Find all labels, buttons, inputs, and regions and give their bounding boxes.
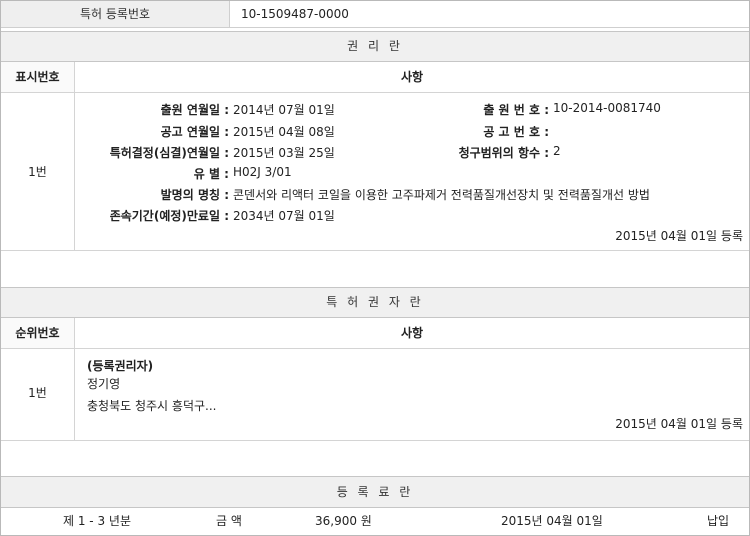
rights-table-header: 표시번호 사항: [1, 62, 749, 93]
rights-table-row: 1번 출원 연월일 : 2014년 07월 01일 출 원 번 호 : 10-2…: [1, 93, 749, 251]
fee-amount-label: 금 액: [216, 514, 242, 528]
holder-address: 충청북도 청주시 흥덕구...: [87, 399, 217, 413]
registration-number-label: 특허 등록번호: [1, 1, 230, 27]
holder-section-title: 특 허 권 자 란: [326, 295, 424, 309]
patent-register-page: 특허 등록번호 10-1509487-0000 권 리 란 표시번호 사항 1번…: [0, 0, 750, 536]
rights-registration-note: 2015년 04월 01일 등록: [615, 229, 743, 243]
fee-row: 제 1 - 3 년분 금 액 36,900 원 2015년 04월 01일 납입: [1, 508, 749, 535]
rights-row-index: 1번: [1, 93, 75, 250]
publication-date-value: 2015년 04월 08일: [233, 125, 335, 139]
classification-label: 유 별 :: [193, 167, 229, 181]
invention-title-value: 콘덴서와 리액터 코일을 이용한 고주파제거 전력품질개선장치 및 전력품질개선…: [233, 188, 650, 202]
rights-col-matter: 사항: [400, 70, 424, 84]
claims-count-value: 2: [553, 144, 561, 158]
claims-count-label: 청구범위의 항수 :: [458, 146, 549, 160]
fee-period: 제 1 - 3 년분: [63, 514, 131, 528]
holder-row-index: 1번: [1, 349, 75, 440]
decision-date-value: 2015년 03월 25일: [233, 146, 335, 160]
fee-payment-date: 2015년 04월 01일: [501, 514, 603, 528]
holder-registration-note: 2015년 04월 01일 등록: [615, 417, 743, 431]
filing-date-value: 2014년 07월 01일: [233, 103, 335, 117]
holder-table-header: 순위번호 사항: [1, 318, 749, 349]
holder-name: 정기영: [87, 377, 121, 391]
filing-date-label: 출원 연월일 :: [160, 103, 229, 117]
registration-number-row: 특허 등록번호 10-1509487-0000: [1, 1, 749, 28]
fee-status: 납입: [707, 514, 730, 528]
decision-date-label: 특허결정(심결)연월일 :: [109, 146, 229, 160]
rights-section-header: 권 리 란: [1, 31, 749, 62]
publication-date-label: 공고 연월일 :: [160, 125, 229, 139]
holder-col-index: 순위번호: [1, 318, 75, 348]
holder-role: (등록권리자): [87, 359, 154, 373]
fee-amount: 36,900 원: [315, 514, 372, 528]
rights-section-title: 권 리 란: [347, 39, 403, 53]
publication-number-label: 공 고 번 호 :: [483, 125, 549, 139]
expiry-date-label: 존속기간(예정)만료일 :: [109, 209, 229, 223]
filing-number-label: 출 원 번 호 :: [483, 103, 549, 117]
holder-section-header: 특 허 권 자 란: [1, 287, 749, 318]
registration-number-value: 10-1509487-0000: [241, 7, 349, 21]
holder-table-row: 1번 (등록권리자) 정기영 충청북도 청주시 흥덕구... 2015년 04월…: [1, 349, 749, 441]
classification-value: H02J 3/01: [233, 165, 292, 179]
fee-section-title: 등 록 료 란: [336, 485, 414, 499]
holder-col-matter: 사항: [400, 326, 424, 340]
rights-col-index: 표시번호: [1, 62, 75, 92]
fee-section-header: 등 록 료 란: [1, 476, 749, 508]
expiry-date-value: 2034년 07월 01일: [233, 209, 335, 223]
filing-number-value: 10-2014-0081740: [553, 101, 661, 115]
invention-title-label: 발명의 명칭 :: [160, 188, 229, 202]
